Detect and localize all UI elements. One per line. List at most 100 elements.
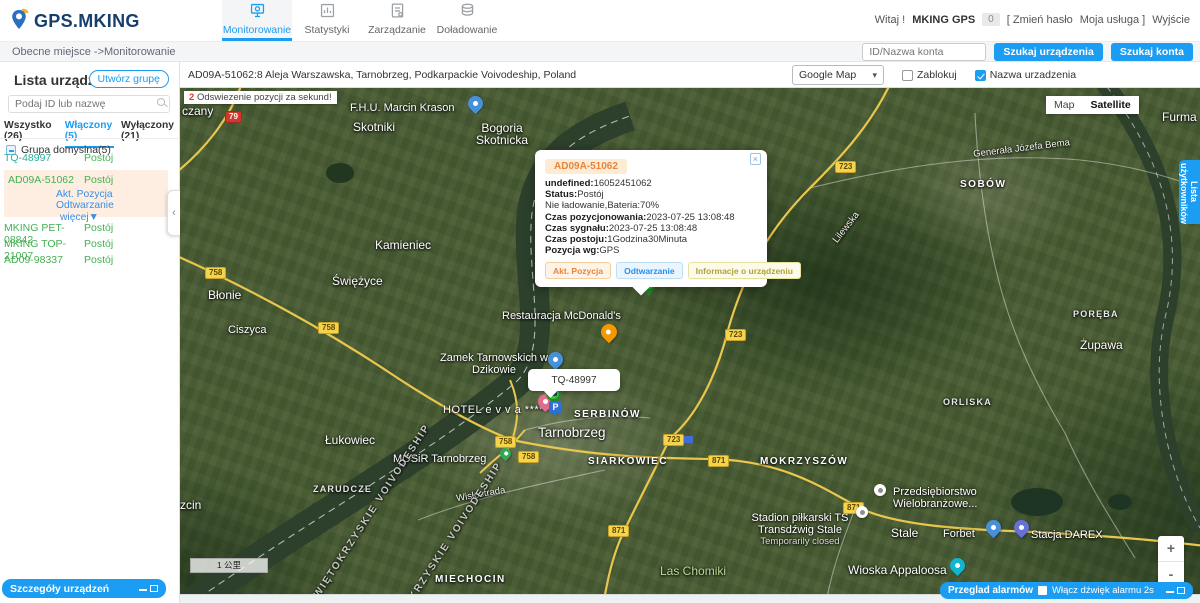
- map-pane: AD09A-51062:8 Aleja Warszawska, Tarnobrz…: [180, 62, 1200, 603]
- message-count-badge[interactable]: 0: [982, 13, 1000, 26]
- change-password-link[interactable]: [ Zmień hasło: [1007, 14, 1073, 26]
- main-nav: Monitorowanie Statystyki: [222, 0, 502, 41]
- window-icons: [139, 585, 158, 592]
- current-position-button[interactable]: Akt. Pozycja: [545, 262, 611, 279]
- device-name[interactable]: AD09-98337: [4, 254, 84, 266]
- tab-label: Monitorowanie: [223, 24, 291, 36]
- company-poi-pin[interactable]: [874, 484, 886, 496]
- map-label: zcin: [180, 498, 201, 512]
- popup-device-title: AD09A-51062: [545, 159, 627, 174]
- map-mode-button[interactable]: Map: [1046, 99, 1082, 111]
- lock-label: Zablokuj: [917, 69, 957, 81]
- satellite-mode-button[interactable]: Satellite: [1082, 99, 1138, 111]
- map-label: Ciszyca: [228, 324, 267, 336]
- lock-checkbox[interactable]: [902, 70, 913, 81]
- map-scale: 1 公里: [190, 558, 268, 573]
- lock-option: Zablokuj: [902, 69, 957, 81]
- parking-marker[interactable]: P: [549, 401, 562, 413]
- road-badge: 758: [495, 436, 516, 448]
- zoom-in-button[interactable]: +: [1158, 536, 1184, 562]
- device-address: AD09A-51062:8 Aleja Warszawska, Tarnobrz…: [188, 69, 576, 81]
- users-list-tab[interactable]: Lista użytkowników: [1179, 160, 1200, 224]
- road-badge: 723: [835, 161, 856, 173]
- tab-doladowanie[interactable]: Doładowanie: [432, 0, 502, 41]
- map-label: SIARKOWIEC: [588, 456, 668, 467]
- alarm-sound-label: Włącz dźwięk alarmu 2s: [1052, 585, 1154, 596]
- account-search-input[interactable]: [862, 43, 986, 61]
- road-badge: 723: [663, 434, 684, 446]
- tab-monitorowanie[interactable]: Monitorowanie: [222, 0, 292, 41]
- device-row[interactable]: TQ-48997 Postój: [4, 152, 170, 164]
- device-search-input[interactable]: [8, 95, 170, 113]
- playback-button[interactable]: Odtwarzanie: [616, 262, 683, 279]
- gps-tracking-app: GPS.MKING Monitorowanie: [0, 0, 1200, 603]
- map-type-select[interactable]: Google Map: [792, 65, 884, 85]
- close-icon[interactable]: [750, 154, 761, 164]
- logout-link[interactable]: Wyjście: [1152, 14, 1190, 26]
- map-type-value: Google Map: [799, 69, 856, 81]
- sidebar-collapse-handle[interactable]: [167, 190, 180, 236]
- device-details-bar[interactable]: Szczegóły urządzeń: [2, 579, 166, 598]
- device-name[interactable]: TQ-48997: [4, 152, 84, 164]
- road-badge: 723: [725, 329, 746, 341]
- header: GPS.MKING Monitorowanie: [0, 0, 1200, 41]
- form-icon: [389, 2, 406, 22]
- device-name-checkbox[interactable]: [975, 70, 986, 81]
- tab-zarzadzanie[interactable]: Zarządzanie: [362, 0, 432, 41]
- window-icons: [1166, 587, 1185, 594]
- road-badge: 758: [318, 322, 339, 334]
- map-label: Bogoria Skotnicka: [462, 122, 542, 146]
- device-row-selected[interactable]: AD09A-51062 Postój Akt. Pozycja Odtwarza…: [4, 170, 168, 217]
- map-label: Kamieniec: [375, 238, 431, 252]
- tab-label: Doładowanie: [437, 24, 498, 36]
- content: Lista urządzeń Utwórz grupę Wszystko (26…: [0, 62, 1200, 603]
- road-badge: 871: [608, 525, 629, 537]
- map-label: Łukowiec: [325, 433, 375, 447]
- device-name[interactable]: AD09A-51062: [8, 174, 84, 186]
- create-group-button[interactable]: Utwórz grupę: [89, 70, 169, 88]
- device-action-links[interactable]: Akt. Pozycja Odtwarzanie: [56, 189, 164, 211]
- device-status: Postój: [84, 152, 113, 164]
- device-info-button[interactable]: Informacje o urządzeniu: [688, 262, 801, 279]
- device-status: Postój: [84, 254, 113, 266]
- device-name-option: Nazwa urzadzenia: [975, 69, 1076, 81]
- my-service-link[interactable]: Moja usługa ]: [1080, 14, 1145, 26]
- search-account-button[interactable]: Szukaj konta: [1111, 43, 1193, 61]
- tab-label: Statystyki: [305, 24, 350, 36]
- map-label: Furma: [1162, 110, 1197, 124]
- search-icon: [157, 98, 165, 106]
- restore-icon[interactable]: [150, 585, 158, 592]
- alarm-overview-bar[interactable]: Przeglad alarmów Włącz dźwięk alarmu 2s: [940, 582, 1193, 599]
- device-sidebar: Lista urządzeń Utwórz grupę Wszystko (26…: [0, 62, 180, 603]
- tab-label: Zarządzanie: [368, 24, 426, 36]
- restore-icon[interactable]: [1177, 587, 1185, 594]
- logo[interactable]: GPS.MKING: [10, 7, 140, 36]
- device-name-bubble[interactable]: TQ-48997: [528, 369, 620, 391]
- device-row[interactable]: AD09-98337 Postój: [4, 254, 170, 266]
- map-label: ZARUDCZE: [313, 484, 372, 494]
- stadium-poi-pin[interactable]: [856, 506, 868, 518]
- map-label: Tarnobrzeg: [538, 425, 606, 440]
- map-label: SOBÓW: [960, 179, 1006, 190]
- map-type-control: Map Satellite: [1046, 96, 1139, 114]
- alarm-sound-checkbox[interactable]: [1038, 586, 1047, 595]
- account-name: MKING GPS: [912, 14, 975, 26]
- map-label-company: Przedsiębiorstwo Wielobranżowe...: [893, 486, 977, 510]
- search-device-button[interactable]: Szukaj urządzenia: [994, 43, 1102, 61]
- road-badge: 871: [708, 455, 729, 467]
- map-label: PORĘBA: [1073, 309, 1119, 319]
- bar-chart-icon: [319, 2, 336, 22]
- map-label: Las Chomiki: [660, 564, 726, 578]
- welcome-text: Witaj !: [875, 14, 906, 26]
- device-status: Postój: [84, 174, 113, 186]
- map-label: Skotniki: [353, 120, 395, 134]
- minimize-icon[interactable]: [1166, 587, 1174, 593]
- logo-pin-icon: [10, 7, 30, 36]
- minimize-icon[interactable]: [139, 585, 147, 591]
- map-label: Wioska Appaloosa: [848, 563, 947, 577]
- tab-offline[interactable]: Wyłączony (21): [121, 120, 179, 148]
- refresh-notice: 2 Odswiezenie pozycji za sekund!: [184, 91, 337, 104]
- map-canvas[interactable]: czany F.H.U. Marcin Krason Skotniki Bogo…: [180, 88, 1200, 594]
- tab-statystyki[interactable]: Statystyki: [292, 0, 362, 41]
- monitor-icon: [249, 2, 266, 22]
